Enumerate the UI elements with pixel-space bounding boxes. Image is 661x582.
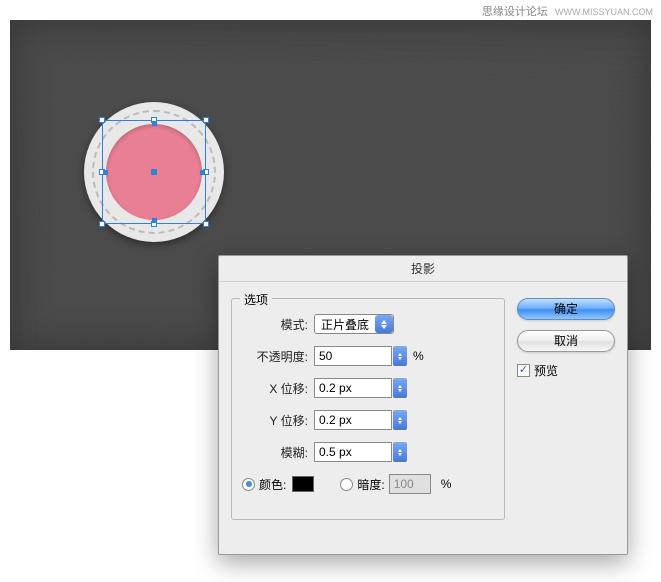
darkness-unit: % [441, 477, 452, 491]
cancel-button[interactable]: 取消 [517, 330, 615, 352]
preview-label: 预览 [534, 362, 558, 379]
resize-handle-bottom-left[interactable] [99, 221, 105, 227]
resize-handle-top-left[interactable] [99, 117, 105, 123]
y-offset-stepper[interactable] [393, 410, 407, 430]
opacity-stepper[interactable] [393, 346, 407, 366]
preview-checkbox[interactable]: ✓ [517, 364, 530, 377]
y-offset-label: Y 位移: [242, 412, 314, 429]
ok-button[interactable]: 确定 [517, 298, 615, 320]
dialog-title: 投影 [219, 256, 627, 282]
drop-shadow-dialog: 投影 选项 模式: 正片叠底 不透明度: [218, 255, 628, 555]
darkness-label: 暗度: [357, 476, 384, 493]
mode-value: 正片叠底 [321, 316, 369, 333]
transform-center-point[interactable] [151, 169, 157, 175]
y-offset-input[interactable] [314, 410, 392, 430]
x-offset-label: X 位移: [242, 380, 314, 397]
blur-input[interactable] [314, 442, 392, 462]
dropdown-arrow-icon [375, 315, 393, 333]
color-radio[interactable] [242, 478, 255, 491]
blur-stepper[interactable] [393, 442, 407, 462]
resize-handle-bottom-right[interactable] [203, 221, 209, 227]
resize-handle-top-right[interactable] [203, 117, 209, 123]
mode-label: 模式: [242, 316, 314, 333]
path-anchor-top[interactable] [152, 121, 157, 126]
darkness-radio[interactable] [340, 478, 353, 491]
selection-bounding-box[interactable] [102, 120, 206, 224]
options-legend: 选项 [240, 291, 272, 308]
mode-dropdown[interactable]: 正片叠底 [314, 314, 394, 334]
blur-label: 模糊: [242, 444, 314, 461]
badge-shape[interactable] [84, 102, 224, 242]
watermark: 思缘设计论坛 WWW.MISSYUAN.COM [482, 3, 653, 19]
color-label: 颜色: [259, 476, 286, 493]
x-offset-stepper[interactable] [393, 378, 407, 398]
darkness-input [389, 474, 431, 494]
opacity-input[interactable] [314, 346, 392, 366]
color-swatch[interactable] [292, 476, 314, 492]
watermark-site: 思缘设计论坛 [482, 6, 548, 18]
path-anchor-right[interactable] [200, 170, 205, 175]
watermark-url: WWW.MISSYUAN.COM [555, 7, 653, 17]
opacity-label: 不透明度: [242, 348, 314, 365]
options-fieldset: 选项 模式: 正片叠底 不透明度: [231, 298, 505, 520]
path-anchor-left[interactable] [103, 170, 108, 175]
path-anchor-bottom[interactable] [152, 218, 157, 223]
x-offset-input[interactable] [314, 378, 392, 398]
opacity-unit: % [413, 349, 424, 363]
